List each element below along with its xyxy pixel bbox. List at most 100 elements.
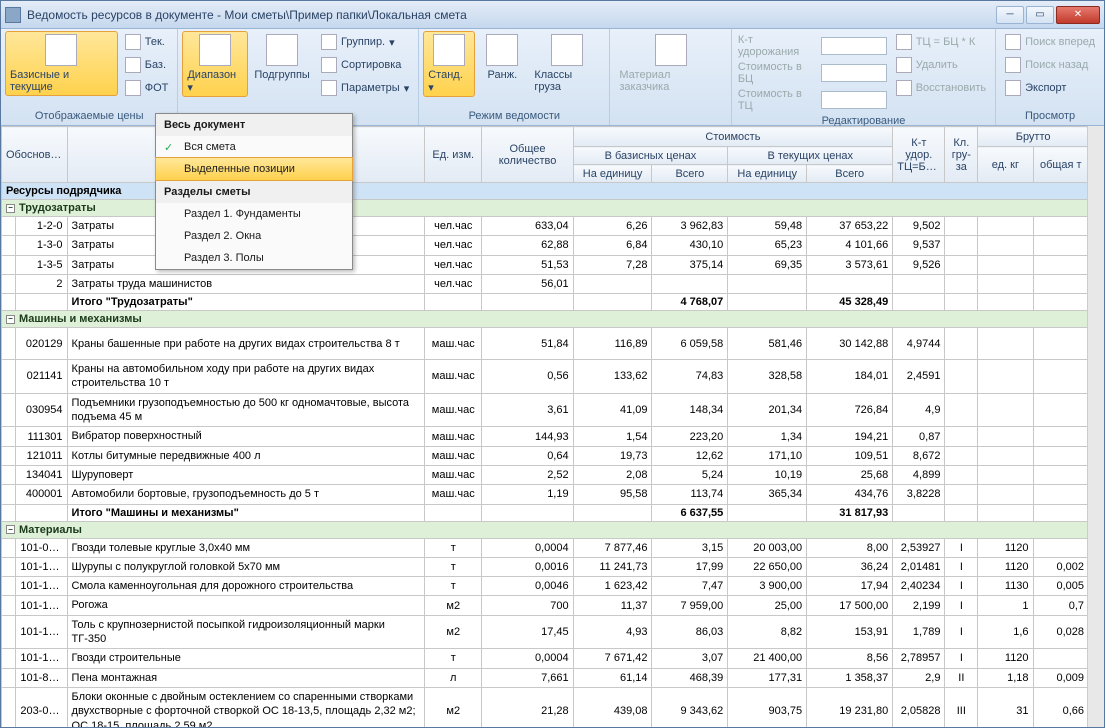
table-row[interactable]: 101-0195Гвозди толевые круглые 3,0x40 мм…: [2, 538, 1089, 557]
titlebar: Ведомость ресурсов в документе - Мои сме…: [1, 1, 1104, 29]
restore-icon: [896, 80, 912, 96]
cost-tc-row: Стоимость в ТЦ: [736, 87, 889, 113]
tc-eq-bc-button: ТЦ = БЦ * К: [891, 31, 991, 53]
cargo-icon: [551, 34, 583, 66]
close-button[interactable]: ✕: [1056, 6, 1100, 24]
window-title: Ведомость ресурсов в документе - Мои сме…: [27, 8, 996, 22]
range-icon: [199, 34, 231, 66]
search-back-button: Поиск назад: [1000, 54, 1100, 76]
square-green-icon: [125, 34, 141, 50]
current-price-toggle[interactable]: Тек.: [120, 31, 174, 53]
dropdown-header: Разделы сметы: [156, 181, 352, 203]
dropdown-item-all[interactable]: Вся смета: [156, 136, 352, 158]
tc-input: [821, 91, 887, 109]
params-icon: [321, 80, 337, 96]
col-obo[interactable]: Обоснование: [2, 127, 68, 183]
col-cost[interactable]: Стоимость: [573, 127, 893, 147]
table-row[interactable]: 134041Шуруповертмаш.час2,522,085,2410,19…: [2, 465, 1089, 484]
table-row[interactable]: 101-1805Гвозди строительныет0,00047 671,…: [2, 649, 1089, 668]
col-k[interactable]: К-т удор. ТЦ=БЦ*К: [893, 127, 945, 183]
material-icon: [655, 34, 687, 66]
col-qty[interactable]: Общее количество: [482, 127, 573, 183]
table-row[interactable]: 030954Подъемники грузоподъемностью до 50…: [2, 393, 1089, 427]
collapse-icon[interactable]: −: [6, 525, 15, 534]
col-brutto[interactable]: Брутто: [978, 127, 1089, 147]
sort-icon: [321, 57, 337, 73]
formula-icon: [896, 34, 912, 50]
btn-label: Ранж.: [488, 69, 518, 81]
fot-toggle[interactable]: ФОТ: [120, 77, 174, 99]
dropdown-item-section[interactable]: Раздел 3. Полы: [156, 247, 352, 269]
group-row[interactable]: −Машины и механизмы: [2, 311, 1089, 328]
app-icon: [5, 7, 21, 23]
btn-label: Подгруппы: [254, 69, 310, 81]
coef-input: [821, 37, 887, 55]
col-kl[interactable]: Кл. гру-за: [945, 127, 978, 183]
table-row[interactable]: 2Затраты труда машинистовчел.час56,01: [2, 274, 1089, 293]
standard-icon: [433, 34, 465, 66]
delete-icon: [896, 57, 912, 73]
vertical-scrollbar[interactable]: [1087, 126, 1104, 727]
maximize-button[interactable]: ▭: [1026, 6, 1054, 24]
cost-bc-row: Стоимость в БЦ: [736, 60, 889, 86]
table-row[interactable]: 021141Краны на автомобильном ходу при ра…: [2, 360, 1089, 394]
table-row[interactable]: 111301Вибратор поверхностныймаш.час144,9…: [2, 427, 1089, 446]
collapse-icon[interactable]: −: [6, 315, 15, 324]
group-caption: Режим ведомости: [423, 108, 605, 125]
dropdown-item-section[interactable]: Раздел 1. Фундаменты: [156, 203, 352, 225]
subgroups-button[interactable]: Подгруппы: [250, 31, 314, 84]
group-icon: [321, 34, 337, 50]
export-icon: [1005, 80, 1021, 96]
prices-base-current-button[interactable]: Базисные и текущие: [5, 31, 118, 96]
btn-label: Материал заказчика: [619, 69, 721, 93]
group-row[interactable]: −Материалы: [2, 521, 1089, 538]
dropdown-item-section[interactable]: Раздел 2. Окна: [156, 225, 352, 247]
table-row[interactable]: 101-1591Смола каменноугольная для дорожн…: [2, 577, 1089, 596]
subgroups-icon: [266, 34, 298, 66]
table-row[interactable]: 020129Краны башенные при работе на други…: [2, 328, 1089, 360]
grouping-button[interactable]: Группир. ▾: [316, 31, 414, 53]
btn-label: Станд. ▾: [428, 69, 470, 94]
btn-label: Классы груза: [534, 69, 600, 93]
table-row[interactable]: 400001Автомобили бортовые, грузоподъемно…: [2, 485, 1089, 504]
search-fwd-icon: [1005, 34, 1021, 50]
square-blue-icon: [125, 57, 141, 73]
search-back-icon: [1005, 57, 1021, 73]
table-row[interactable]: 101-8052Пена монтажнаял7,66161,14468,391…: [2, 668, 1089, 687]
total-row: Итого "Трудозатраты"4 768,0745 328,49: [2, 294, 1089, 311]
group-caption: Отображаемые цены: [5, 108, 173, 125]
bc-input: [821, 64, 887, 82]
circle-icon: [125, 80, 141, 96]
export-button[interactable]: Экспорт: [1000, 77, 1100, 99]
range-dropdown[interactable]: Весь документ Вся смета Выделенные позиц…: [155, 113, 353, 270]
delete-button: Удалить: [891, 54, 991, 76]
minimize-button[interactable]: ─: [996, 6, 1024, 24]
cargo-class-button[interactable]: Классы груза: [529, 31, 605, 96]
table-row[interactable]: 121011Котлы битумные передвижные 400 лма…: [2, 446, 1089, 465]
table-icon: [45, 34, 77, 66]
customer-material-button: Материал заказчика: [614, 31, 726, 96]
dropdown-header: Весь документ: [156, 114, 352, 136]
ranked-icon: [486, 34, 518, 66]
restore-button: Восстановить: [891, 77, 991, 99]
btn-label: Базисные и текущие: [10, 69, 113, 93]
btn-label: Диапазон ▾: [187, 69, 243, 94]
coef-row: К-т удорожания: [736, 33, 889, 59]
col-unit[interactable]: Ед. изм.: [425, 127, 482, 183]
params-button[interactable]: Параметры ▾: [316, 77, 414, 99]
ranked-mode-button[interactable]: Ранж.: [477, 31, 527, 84]
dropdown-item-selected[interactable]: Выделенные позиции: [155, 157, 353, 181]
collapse-icon[interactable]: −: [6, 204, 15, 213]
total-row: Итого "Машины и механизмы"6 637,5531 817…: [2, 504, 1089, 521]
ribbon: Базисные и текущие Тек. Баз. ФОТ Отображ…: [1, 29, 1104, 126]
standard-mode-button[interactable]: Станд. ▾: [423, 31, 475, 97]
group-caption: Просмотр: [1000, 108, 1100, 125]
base-price-toggle[interactable]: Баз.: [120, 54, 174, 76]
sort-button[interactable]: Сортировка: [316, 54, 414, 76]
table-row[interactable]: 101-1668Рогожам270011,377 959,0025,0017 …: [2, 596, 1089, 615]
table-row[interactable]: 101-1742Толь с крупнозернистой посыпкой …: [2, 615, 1089, 649]
search-forward-button: Поиск вперед: [1000, 31, 1100, 53]
range-button[interactable]: Диапазон ▾: [182, 31, 248, 97]
table-row[interactable]: 203-0015Блоки оконные с двойным остеклен…: [2, 687, 1089, 727]
table-row[interactable]: 101-1482Шурупы с полукруглой головкой 5x…: [2, 557, 1089, 576]
